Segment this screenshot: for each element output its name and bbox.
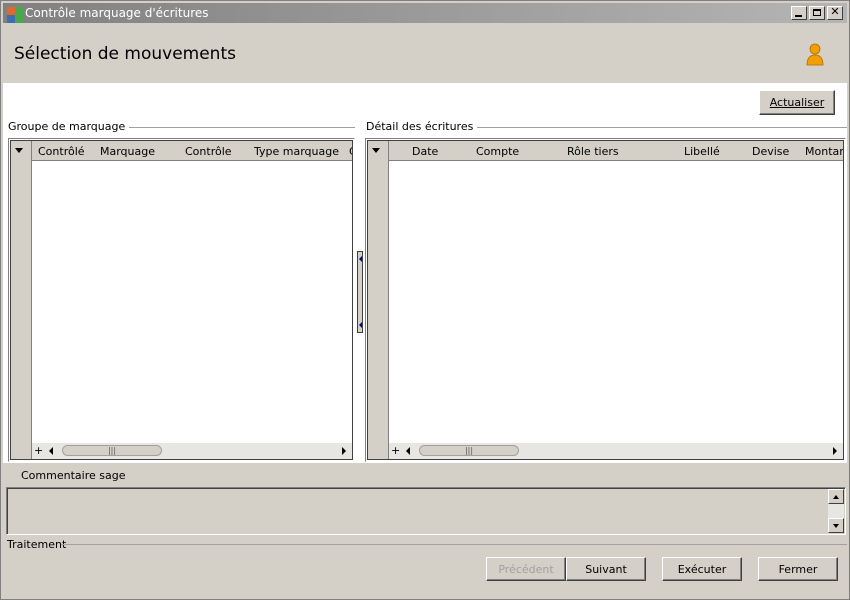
- column-header[interactable]: C: [349, 145, 352, 158]
- next-button-label: Suivant: [585, 562, 627, 576]
- refresh-button[interactable]: Actualiser: [759, 90, 835, 115]
- page-title: Sélection de mouvements: [14, 44, 236, 64]
- entries-detail-grid[interactable]: Date Compte Rôle tiers Libellé Devise Mo…: [365, 138, 846, 462]
- right-group-label: Détail des écritures: [366, 120, 478, 133]
- execute-button[interactable]: Exécuter: [662, 557, 742, 581]
- refresh-button-label: Actualiser: [769, 96, 825, 109]
- column-header[interactable]: Rôle tiers: [567, 145, 619, 158]
- minimize-button[interactable]: [791, 6, 807, 20]
- column-header[interactable]: Montan: [805, 145, 843, 158]
- column-header[interactable]: Contrôle: [185, 145, 232, 158]
- column-header-row: Contrôlé Marquage Contrôle Type marquage…: [32, 141, 352, 161]
- previous-button[interactable]: Précédent: [486, 557, 566, 581]
- close-icon: ✕: [830, 5, 840, 18]
- collapse-left-icon[interactable]: [359, 256, 362, 262]
- collapse-right-icon[interactable]: [359, 322, 362, 328]
- horizontal-scrollbar[interactable]: + |||: [389, 443, 843, 459]
- scroll-left-icon[interactable]: [49, 447, 53, 455]
- column-header-row: Date Compte Rôle tiers Libellé Devise Mo…: [389, 141, 843, 161]
- processing-divider: [61, 544, 847, 545]
- maximize-button[interactable]: [809, 6, 825, 20]
- column-header[interactable]: Marquage: [100, 145, 155, 158]
- scroll-thumb[interactable]: |||: [62, 445, 162, 456]
- minimize-icon: [795, 15, 802, 17]
- scroll-down-button[interactable]: [828, 518, 844, 533]
- app-window: Contrôle marquage d'écritures ✕ Sélectio…: [0, 0, 850, 600]
- scroll-right-icon[interactable]: [342, 447, 346, 455]
- close-window-button[interactable]: ✕: [827, 5, 843, 20]
- scroll-up-button[interactable]: [828, 489, 844, 504]
- main-content: Actualiser Groupe de marquage Contrôlé M…: [3, 83, 847, 463]
- close-button-label: Fermer: [778, 562, 818, 576]
- scroll-up-icon: [833, 495, 839, 499]
- scroll-thumb[interactable]: |||: [419, 445, 519, 456]
- column-header[interactable]: Date: [412, 145, 438, 158]
- processing-section-label: Traitement: [7, 538, 67, 551]
- column-chooser-icon[interactable]: [372, 148, 380, 153]
- panel-splitter[interactable]: [357, 251, 363, 333]
- scroll-right-icon[interactable]: [833, 447, 837, 455]
- column-header[interactable]: Libellé: [684, 145, 720, 158]
- row-header-column: [11, 141, 32, 459]
- next-button[interactable]: Suivant: [566, 557, 646, 581]
- title-bar[interactable]: Contrôle marquage d'écritures ✕: [3, 3, 847, 23]
- window-title: Contrôle marquage d'écritures: [25, 6, 209, 20]
- scroll-track[interactable]: [828, 504, 844, 518]
- column-chooser-icon[interactable]: [15, 148, 23, 153]
- app-logo-icon: [7, 7, 23, 23]
- column-header[interactable]: Compte: [476, 145, 519, 158]
- execute-button-label: Exécuter: [677, 562, 727, 576]
- row-header-column: [368, 141, 389, 459]
- scroll-down-icon: [833, 524, 839, 528]
- maximize-icon: [813, 9, 821, 16]
- vertical-scrollbar[interactable]: [828, 489, 844, 533]
- close-button[interactable]: Fermer: [758, 557, 838, 581]
- left-group-divider: [111, 127, 355, 128]
- comment-label: Commentaire sage: [21, 469, 126, 482]
- expand-icon[interactable]: +: [391, 444, 400, 457]
- column-header[interactable]: Devise: [752, 145, 789, 158]
- horizontal-scrollbar[interactable]: + |||: [32, 443, 352, 459]
- comment-textarea[interactable]: [6, 487, 846, 535]
- page-header: Sélection de mouvements: [3, 23, 847, 83]
- left-group-label: Groupe de marquage: [8, 120, 130, 133]
- user-icon[interactable]: [805, 43, 825, 67]
- scroll-left-icon[interactable]: [406, 447, 410, 455]
- column-header[interactable]: Contrôlé: [38, 145, 85, 158]
- column-header[interactable]: Type marquage: [254, 145, 339, 158]
- right-group-divider: [461, 127, 847, 128]
- previous-button-label: Précédent: [498, 562, 554, 576]
- expand-icon[interactable]: +: [34, 444, 43, 457]
- marking-group-grid[interactable]: Contrôlé Marquage Contrôle Type marquage…: [8, 138, 355, 462]
